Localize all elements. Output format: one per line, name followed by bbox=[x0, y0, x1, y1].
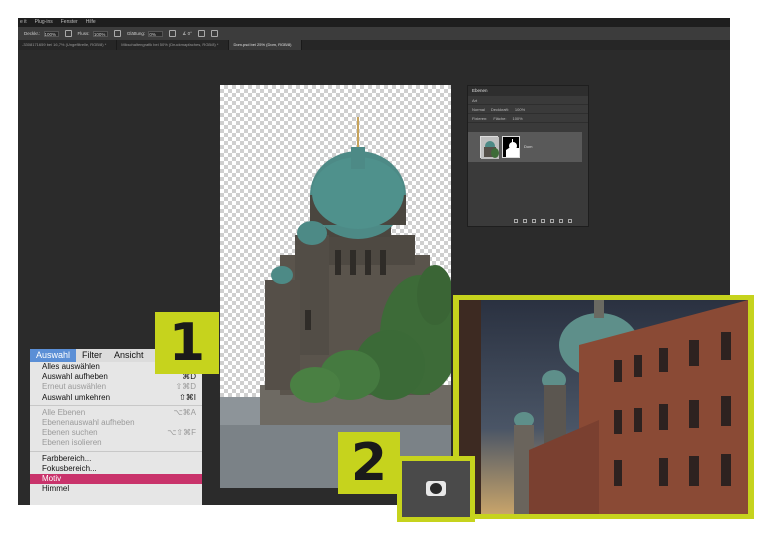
symmetry-icon[interactable] bbox=[210, 30, 218, 37]
cathedral-thumbnail-icon bbox=[481, 137, 499, 159]
menu-item-find-layers: Ebenen suchen ⌥⇧⌘F bbox=[42, 428, 196, 438]
options-bar: Deckkr.: 100% Fluss: 100% Glättung: 0% ∡… bbox=[18, 27, 730, 40]
pressure-size-icon[interactable] bbox=[197, 30, 205, 37]
menu-plugins[interactable]: Plug-ins bbox=[35, 18, 53, 27]
menu-auswahl[interactable]: Auswahl bbox=[30, 349, 77, 362]
menu-item-focus-area[interactable]: Fokusbereich... bbox=[30, 464, 202, 474]
menu-item-subject[interactable]: Motiv bbox=[30, 473, 202, 485]
menu-item-all-layers: Alle Ebenen ⌥⌘A bbox=[42, 407, 196, 417]
lock-label: Fixieren: bbox=[472, 116, 488, 121]
layer-name[interactable]: Dom bbox=[524, 144, 532, 149]
angle-option[interactable]: ∡ 0° bbox=[182, 31, 192, 37]
airbrush-icon[interactable] bbox=[113, 30, 121, 37]
folder-icon[interactable] bbox=[550, 219, 554, 223]
layers-panel-title: Ebenen bbox=[468, 86, 588, 96]
layers-footer bbox=[514, 219, 572, 223]
menu-item-color-range[interactable]: Farbbereich... bbox=[30, 454, 202, 464]
menu-help[interactable]: Hilfe bbox=[86, 18, 96, 27]
screenshot-stage: e it Plug-ins Fenster Hilfe Deckkr.: 100… bbox=[0, 0, 770, 545]
menu-separator bbox=[30, 404, 202, 406]
callout-number-2: 2 bbox=[350, 433, 388, 493]
opacity-option[interactable]: Deckkr.: 100% bbox=[24, 30, 59, 37]
menu-item-inverse[interactable]: Auswahl umkehren ⇧⌘I bbox=[30, 393, 202, 403]
menu-item-deselect-layers: Ebenenauswahl aufheben bbox=[42, 417, 135, 427]
fx-icon[interactable] bbox=[523, 219, 527, 223]
tab-document-2[interactable]: Mikschaltengrafik bei 50% (Druckmapfache… bbox=[117, 40, 230, 50]
layer-filter-select[interactable]: Art bbox=[472, 96, 477, 104]
tab-document-1[interactable]: -3308171659 bei 16,7% (Ungefiltrelle, RG… bbox=[18, 40, 118, 50]
pressure-opacity-icon[interactable] bbox=[64, 30, 72, 37]
callout-badge-2: 2 bbox=[338, 432, 400, 494]
opacity-value[interactable]: 100% bbox=[515, 105, 525, 113]
menu-edit[interactable]: e it bbox=[20, 18, 27, 27]
select-subject-button[interactable] bbox=[402, 461, 470, 517]
callout-number-1: 1 bbox=[168, 313, 206, 373]
original-photo bbox=[459, 300, 748, 514]
smoothing-option[interactable]: Glättung: 0% bbox=[127, 30, 164, 37]
menu-item-reselect: Erneut auswählen ⇧⌘D bbox=[42, 382, 196, 392]
document-canvas[interactable] bbox=[220, 85, 451, 488]
document-tabs: -3308171659 bei 16,7% (Ungefiltrelle, RG… bbox=[18, 40, 730, 50]
layer-mask-thumbnail[interactable] bbox=[502, 136, 520, 158]
layers-lock-row: Fixieren: Fläche: 100% bbox=[468, 114, 588, 123]
adjustment-icon[interactable] bbox=[541, 219, 545, 223]
menu-separator bbox=[30, 450, 202, 452]
app-menubar: e it Plug-ins Fenster Hilfe bbox=[18, 18, 730, 27]
flow-option[interactable]: Fluss: 100% bbox=[78, 30, 108, 37]
fill-value[interactable]: 100% bbox=[512, 114, 522, 122]
gear-icon[interactable] bbox=[169, 30, 177, 37]
mask-icon[interactable] bbox=[532, 219, 536, 223]
menu-item-isolate-layers: Ebenen isolieren bbox=[42, 438, 102, 448]
mask-silhouette-icon bbox=[506, 139, 519, 157]
tab-document-dom[interactable]: Dom.psd bei 25% (Dom, RGB/8) bbox=[229, 40, 303, 50]
layers-filter-row: Art bbox=[468, 96, 588, 105]
opacity-label: Deckkraft: bbox=[490, 107, 509, 112]
trash-icon[interactable] bbox=[568, 219, 572, 223]
callout-badge-1: 1 bbox=[155, 312, 219, 374]
select-subject-button-frame bbox=[397, 456, 475, 522]
menu-ansicht[interactable]: Ansicht bbox=[108, 349, 150, 362]
layers-panel: Ebenen Art Normal Deckkraft: 100% Fixier… bbox=[467, 85, 589, 227]
blend-mode-select[interactable]: Normal bbox=[472, 105, 485, 113]
new-layer-icon[interactable] bbox=[559, 219, 563, 223]
menu-filter[interactable]: Filter bbox=[76, 349, 108, 362]
select-subject-icon bbox=[426, 481, 446, 496]
photo-inset-frame bbox=[453, 295, 754, 519]
menu-item-sky[interactable]: Himmel bbox=[30, 484, 202, 494]
select-dropdown-menu: Alles auswählen Auswahl aufheben ⌘D Erneu… bbox=[30, 362, 202, 505]
fill-label: Fläche: bbox=[493, 116, 507, 121]
menu-window[interactable]: Fenster bbox=[61, 18, 78, 27]
layer-thumbnail[interactable] bbox=[480, 136, 499, 159]
layers-blend-row: Normal Deckkraft: 100% bbox=[468, 105, 588, 114]
link-icon[interactable] bbox=[514, 219, 518, 223]
cathedral-cutout-image bbox=[220, 117, 451, 488]
